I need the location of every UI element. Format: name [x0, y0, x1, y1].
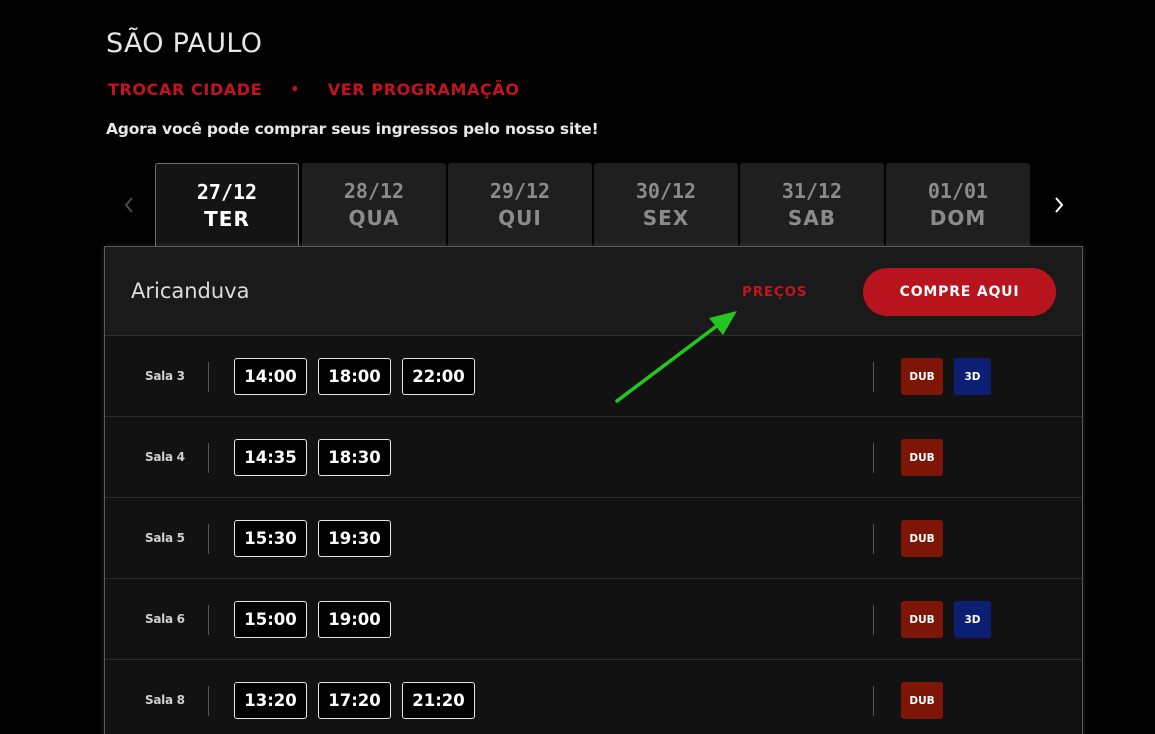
date-tab-weekday: SAB [787, 206, 837, 230]
3d-badge: 3D [954, 601, 991, 638]
date-tab[interactable]: 31/12 SAB [740, 163, 884, 247]
session-row: Sala 4 14:35 18:30 DUB [105, 416, 1082, 497]
room-label: Sala 5 [145, 531, 185, 545]
divider [873, 524, 874, 554]
date-tab-weekday: QUA [348, 206, 400, 230]
format-badges: DUB [901, 520, 943, 557]
showtime-button[interactable]: 14:00 [234, 358, 307, 395]
showtime-button[interactable]: 15:30 [234, 520, 307, 557]
showtime-button[interactable]: 18:00 [318, 358, 391, 395]
date-tab[interactable]: 30/12 SEX [594, 163, 738, 247]
divider [208, 605, 209, 635]
date-tab[interactable]: 27/12 TER [155, 163, 299, 247]
date-tab-date: 29/12 [489, 179, 551, 203]
prev-dates-button[interactable] [106, 163, 152, 247]
next-dates-button[interactable] [1036, 163, 1082, 247]
room-label: Sala 6 [145, 612, 185, 626]
dub-badge: DUB [901, 682, 943, 719]
date-tab-weekday: QUI [498, 206, 542, 230]
divider [873, 443, 874, 473]
change-city-link[interactable]: TROCAR CIDADE [108, 80, 262, 99]
date-tab[interactable]: 29/12 QUI [448, 163, 592, 247]
dub-badge: DUB [901, 520, 943, 557]
date-tab-date: 31/12 [781, 179, 843, 203]
format-badges: DUB [901, 439, 943, 476]
format-badges: DUB 3D [901, 358, 991, 395]
date-tab[interactable]: 28/12 QUA [302, 163, 446, 247]
session-row: Sala 6 15:00 19:00 DUB 3D [105, 578, 1082, 659]
chevron-left-icon [124, 197, 133, 213]
date-tab-date: 28/12 [343, 179, 405, 203]
dub-badge: DUB [901, 439, 943, 476]
showtimes: 13:20 17:20 21:20 [234, 682, 475, 719]
showtimes: 14:00 18:00 22:00 [234, 358, 475, 395]
cinema-name: Aricanduva [131, 279, 250, 303]
date-tabs: 27/12 TER 28/12 QUA 29/12 QUI 30/12 SEX … [106, 163, 1082, 247]
cinema-header: Aricanduva PREÇOS COMPRE AQUI [105, 247, 1082, 335]
page: SÃO PAULO TROCAR CIDADE • VER PROGRAMAÇÃ… [0, 0, 1155, 734]
city-actions: TROCAR CIDADE • VER PROGRAMAÇÃO [108, 80, 520, 99]
divider [208, 443, 209, 473]
showtimes: 15:30 19:30 [234, 520, 391, 557]
see-schedule-link[interactable]: VER PROGRAMAÇÃO [328, 80, 520, 99]
divider [873, 686, 874, 716]
date-tab-weekday: SEX [642, 206, 690, 230]
info-text: Agora você pode comprar seus ingressos p… [106, 120, 599, 138]
separator-dot: • [290, 81, 300, 98]
date-tab-date: 30/12 [635, 179, 697, 203]
room-label: Sala 4 [145, 450, 185, 464]
divider [208, 524, 209, 554]
divider [873, 605, 874, 635]
room-label: Sala 8 [145, 693, 185, 707]
showtimes: 15:00 19:00 [234, 601, 391, 638]
date-tab[interactable]: 01/01 DOM [886, 163, 1030, 247]
format-badges: DUB 3D [901, 601, 991, 638]
dub-badge: DUB [901, 601, 943, 638]
city-title: SÃO PAULO [106, 28, 263, 59]
session-row: Sala 8 13:20 17:20 21:20 DUB [105, 659, 1082, 734]
showtime-button[interactable]: 17:20 [318, 682, 391, 719]
date-tab-date: 01/01 [927, 179, 989, 203]
showtime-button[interactable]: 22:00 [402, 358, 475, 395]
format-badges: DUB [901, 682, 943, 719]
showtime-button[interactable]: 13:20 [234, 682, 307, 719]
showtime-button[interactable]: 15:00 [234, 601, 307, 638]
session-row: Sala 5 15:30 19:30 DUB [105, 497, 1082, 578]
cinema-panel: Aricanduva PREÇOS COMPRE AQUI Sala 3 14:… [104, 246, 1083, 734]
showtime-button[interactable]: 21:20 [402, 682, 475, 719]
date-tab-date: 27/12 [196, 179, 258, 204]
showtime-button[interactable]: 19:00 [318, 601, 391, 638]
divider [873, 362, 874, 392]
chevron-right-icon [1055, 197, 1064, 213]
showtime-button[interactable]: 19:30 [318, 520, 391, 557]
room-label: Sala 3 [145, 369, 185, 383]
divider [208, 686, 209, 716]
3d-badge: 3D [954, 358, 991, 395]
buy-button[interactable]: COMPRE AQUI [863, 268, 1056, 316]
divider [208, 362, 209, 392]
showtime-button[interactable]: 18:30 [318, 439, 391, 476]
session-row: Sala 3 14:00 18:00 22:00 DUB 3D [105, 335, 1082, 416]
date-tab-weekday: TER [204, 206, 250, 231]
showtime-button[interactable]: 14:35 [234, 439, 307, 476]
prices-link[interactable]: PREÇOS [742, 284, 807, 300]
dub-badge: DUB [901, 358, 943, 395]
date-tab-weekday: DOM [929, 206, 987, 230]
showtimes: 14:35 18:30 [234, 439, 391, 476]
